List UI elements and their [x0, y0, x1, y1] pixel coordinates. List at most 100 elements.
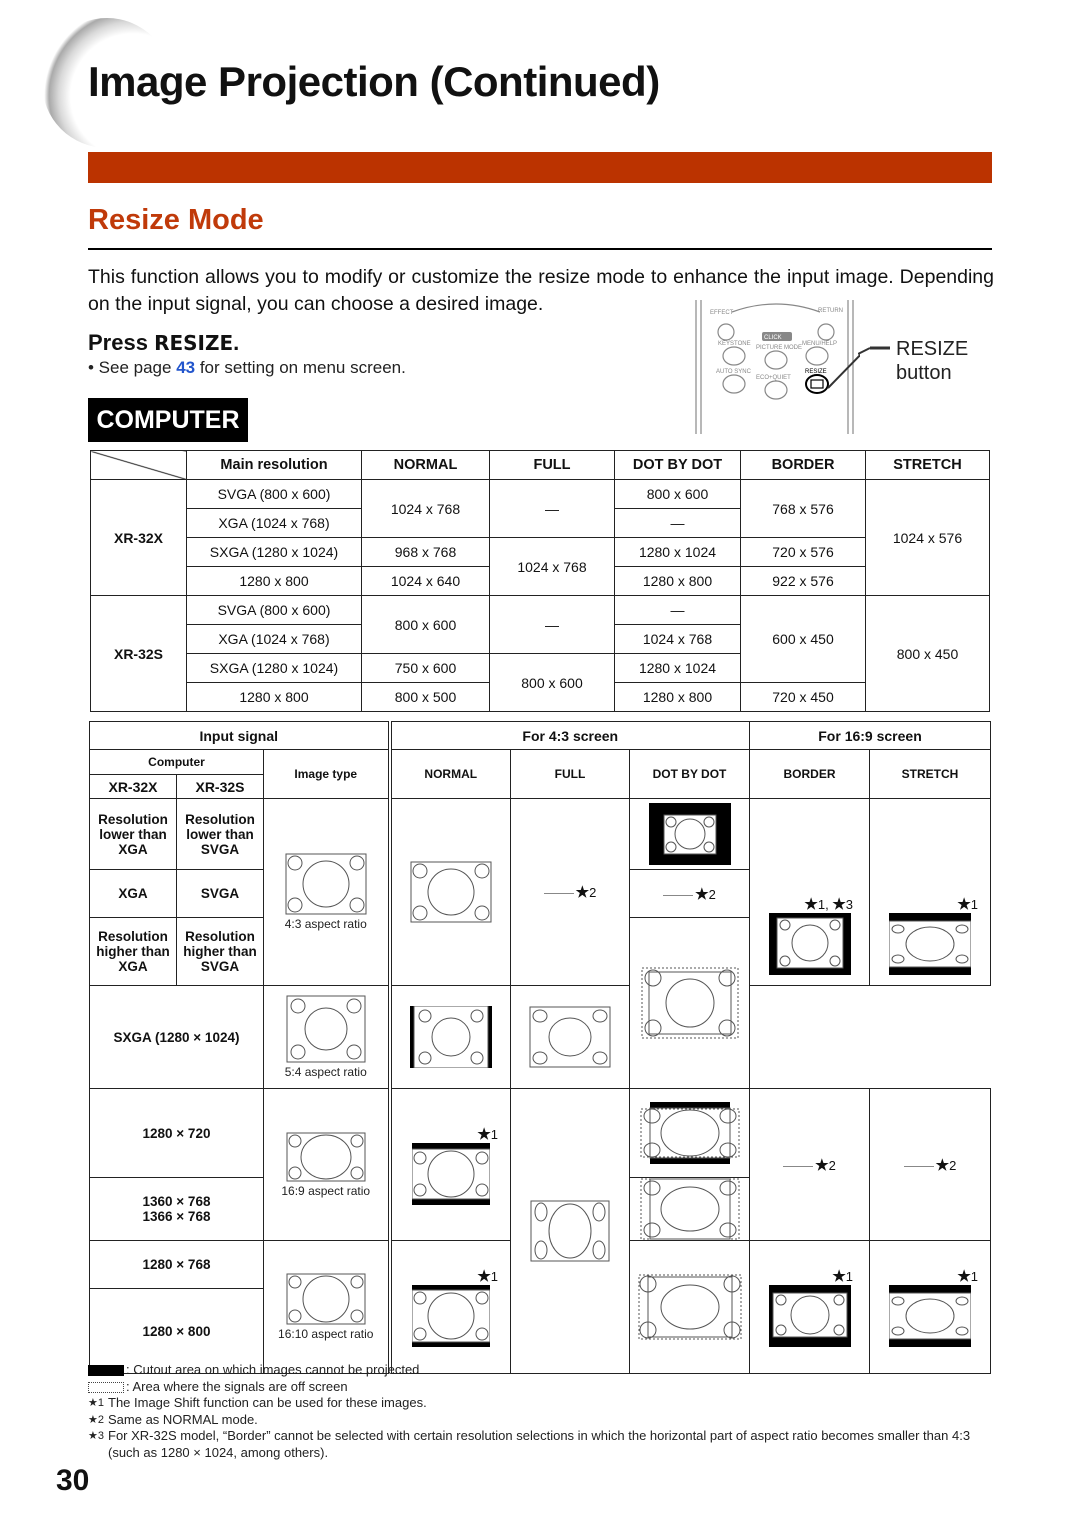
signal-cell: 1280 × 800 [89, 1288, 264, 1374]
dot-cell [629, 1088, 750, 1178]
press-instruction: Press RESIZE. [88, 330, 239, 356]
page-title: Image Projection (Continued) [88, 58, 660, 105]
full-cell: 1024 x 768 [489, 537, 615, 596]
remote-label-return: RETURN [818, 308, 843, 314]
normal-16-9-icon [411, 1142, 490, 1205]
table-header-row: Input signal For 4:3 screen For 16:9 scr… [89, 721, 991, 750]
section-title: Resize Mode [88, 204, 264, 236]
resolution-table: Main resolution NORMAL FULL DOT BY DOT B… [90, 450, 990, 712]
border-cell: 720 x 450 [740, 682, 866, 712]
dot-cell: 1280 x 800 [614, 682, 741, 712]
footnote-text: Same as NORMAL mode. [108, 1411, 258, 1427]
header-normal: NORMAL [387, 749, 511, 799]
callout-line1: RESIZE [896, 338, 969, 360]
full-cell: — [489, 479, 615, 538]
border-cell: 600 x 450 [740, 595, 866, 683]
header-image-type: Image type [263, 749, 390, 799]
note-1-3: ★1, ★3 [804, 896, 853, 913]
model-cell: XR-32X [90, 479, 187, 596]
main-res-cell: XGA (1024 x 768) [186, 508, 362, 538]
note-1: ★1 [957, 896, 978, 913]
table-row: XR-32X SVGA (800 x 600) 1024 x 768 — 800… [90, 479, 990, 596]
callout-line2: button [896, 362, 952, 384]
dot-by-dot-small-icon [648, 803, 731, 865]
caption: 4:3 aspect ratio [284, 917, 367, 931]
header-full: FULL [510, 749, 630, 799]
remote-label-picture-mode: PICTURE MODE [756, 345, 802, 351]
page-link[interactable]: 43 [176, 358, 195, 377]
border-cell: 720 x 576 [740, 537, 866, 567]
dot-cell: 1024 x 768 [614, 624, 741, 654]
header-dot-by-dot: DOT BY DOT [629, 749, 750, 799]
footnote-1: ★1 The Image Shift function can be used f… [88, 1395, 998, 1412]
dot-cell: — [614, 508, 741, 538]
normal-cell: ★1 [387, 1088, 511, 1241]
normal-cell: 800 x 500 [361, 682, 490, 712]
header-stretch: STRETCH [865, 450, 990, 480]
full-cell [510, 1088, 630, 1374]
dot-cell [629, 1177, 750, 1241]
header-xr32x: XR-32X [89, 774, 177, 799]
dot-cell [629, 798, 750, 870]
remote-label-effect: EFFECT [710, 310, 734, 316]
main-res-cell: 1280 x 800 [186, 566, 362, 596]
signal-cell: Resolution lower than SVGA [176, 798, 264, 870]
header-bar [88, 152, 992, 183]
stretch-cell: 800 x 450 [865, 595, 990, 712]
footnote-marker: ★2 [88, 1413, 104, 1426]
remote-label-keystone: KEYSTONE [718, 341, 751, 347]
normal-cell [387, 798, 511, 986]
remote-label-click: CLICK [764, 335, 782, 341]
callout-line [858, 346, 890, 355]
header-full: FULL [489, 450, 615, 480]
see-prefix: • See page [88, 358, 177, 377]
note-1: ★1 [957, 1268, 978, 1285]
signal-cell: SVGA [176, 869, 264, 918]
header-4-3-screen: For 4:3 screen [387, 721, 750, 750]
header-main-resolution: Main resolution [186, 450, 362, 480]
signal-cell: 1360 × 768 1366 × 768 [89, 1177, 264, 1241]
stretch-cell: ★2 [869, 1088, 991, 1241]
image-type-cell: 16:9 aspect ratio [263, 1088, 390, 1241]
stretch-4-3-icon [889, 913, 971, 975]
same-as-normal-note: ★2 [663, 886, 716, 903]
signal-1360: 1360 × 768 [142, 1194, 211, 1209]
resize-button-icon [805, 374, 829, 394]
legend: : Cutout area on which images cannot be … [88, 1362, 998, 1461]
header-stretch: STRETCH [869, 749, 991, 799]
offscreen-swatch [88, 1381, 124, 1393]
signal-1366: 1366 × 768 [142, 1209, 211, 1224]
signal-cell: 1280 × 768 [89, 1240, 264, 1289]
image-type-cell: 5:4 aspect ratio [263, 985, 390, 1089]
image-type-table: Input signal For 4:3 screen For 16:9 scr… [89, 721, 991, 1374]
cutout-swatch [88, 1365, 124, 1376]
border-cell: 922 x 576 [740, 566, 866, 596]
dot-cell [629, 917, 750, 1089]
dot-cell: 1280 x 1024 [614, 653, 741, 683]
normal-cell: 800 x 600 [361, 595, 490, 654]
computer-badge: COMPUTER [88, 398, 248, 442]
header-dot-by-dot: DOT BY DOT [614, 450, 741, 480]
full-cell: ★2 [510, 798, 630, 986]
border-4-3-icon [768, 913, 851, 975]
remote-label-auto-sync: AUTO SYNC [716, 369, 752, 375]
full-cell: 800 x 600 [489, 653, 615, 712]
dot-cell: — [614, 595, 741, 625]
footnote-marker: ★1 [88, 1397, 104, 1409]
main-res-cell: SXGA (1280 x 1024) [186, 537, 362, 567]
signal-cell: Resolution higher than SVGA [176, 917, 264, 986]
normal-5-4-icon [409, 1006, 492, 1068]
see-page-note: • See page 43 for setting on menu screen… [88, 358, 406, 378]
model-cell: XR-32S [90, 595, 187, 712]
same-as-normal-note: ★2 [783, 1157, 836, 1174]
signal-cell: Resolution higher than XGA [89, 917, 177, 986]
normal-cell: 750 x 600 [361, 653, 490, 683]
signal-cell: SXGA (1280 × 1024) [89, 985, 264, 1089]
legend-offscreen: : Area where the signals are off screen [88, 1379, 998, 1396]
remote-control-illustration: EFFECT RETURN KEYSTONE CLICK PICTURE MOD… [695, 300, 860, 434]
border-16-10-icon [768, 1285, 851, 1347]
remote-label-resize: RESIZE [805, 369, 827, 375]
full-5-4-icon [529, 1006, 611, 1068]
main-res-cell: SXGA (1280 x 1024) [186, 653, 362, 683]
dot-cell: 800 x 600 [614, 479, 741, 509]
